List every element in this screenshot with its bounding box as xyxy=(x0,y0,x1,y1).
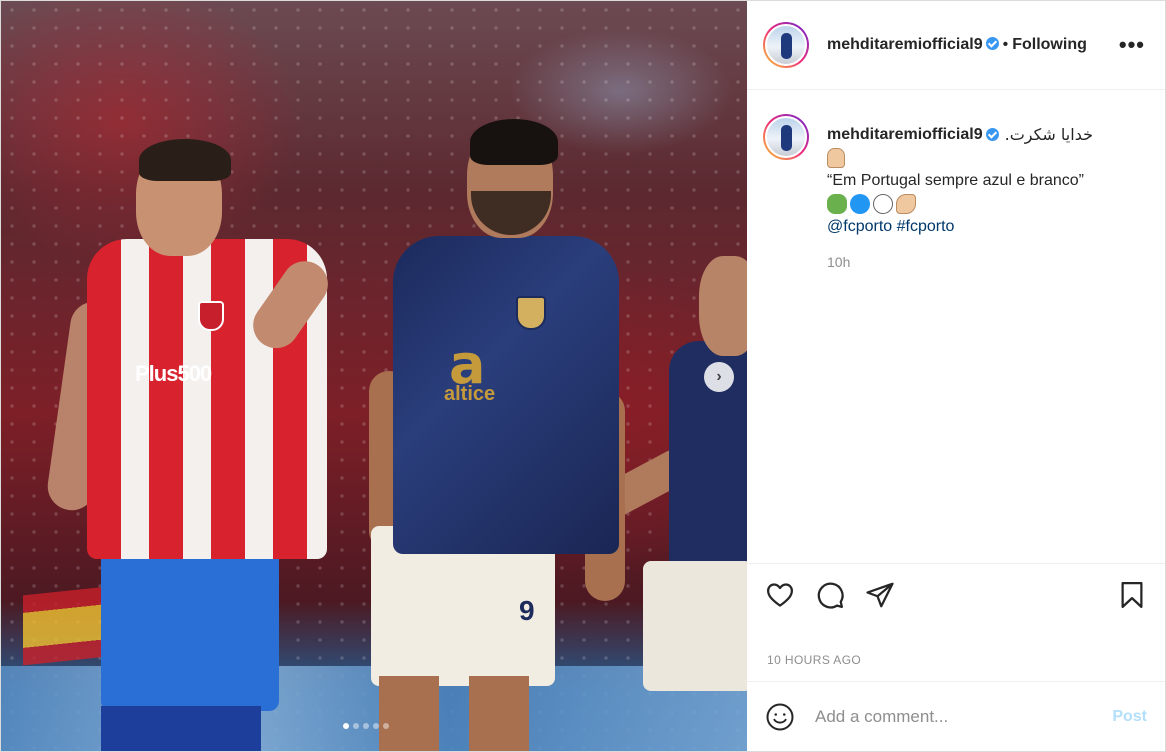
player-2-legs xyxy=(379,676,529,751)
carousel-next-icon[interactable]: › xyxy=(704,362,734,392)
caption-username[interactable]: mehditaremiofficial9 xyxy=(827,123,983,146)
blue-circle-emoji-icon xyxy=(850,193,870,214)
emoji-smiley-icon[interactable] xyxy=(765,702,795,732)
instagram-post: Plus500 a altice 9 › mehditaremiofficial… xyxy=(0,0,1166,752)
caption-emoji-line-2 xyxy=(827,192,1093,215)
author-username-text[interactable]: mehditaremiofficial9 xyxy=(827,36,983,53)
likes-row xyxy=(747,625,1165,653)
share-direct-icon[interactable] xyxy=(865,580,895,610)
player-1-socks xyxy=(101,706,261,751)
posted-time: 10 HOURS AGO xyxy=(767,653,862,667)
dragon-emoji-icon xyxy=(827,193,847,214)
verified-badge-icon xyxy=(985,37,999,50)
porto-crest-icon xyxy=(516,296,546,330)
hashtag-link[interactable]: #fcporto xyxy=(897,218,955,235)
comment-bar: Post xyxy=(747,681,1165,751)
caption-emoji-line-1 xyxy=(827,146,1093,169)
atletico-crest-icon xyxy=(198,301,224,331)
avatar-image xyxy=(765,116,807,158)
post-header: mehditaremiofficial9 • Following ••• xyxy=(747,1,1165,90)
action-bar xyxy=(747,563,1165,625)
carousel-dot xyxy=(353,723,359,729)
author-avatar[interactable] xyxy=(763,22,809,68)
verified-badge-icon xyxy=(985,128,999,141)
save-bookmark-icon[interactable] xyxy=(1117,580,1147,610)
player-2-shirt-sponsor-logo: altice xyxy=(444,383,496,405)
header-separator: • xyxy=(1002,36,1009,53)
player-1-shorts xyxy=(101,541,279,711)
folded-hands-emoji-icon xyxy=(827,147,845,168)
caption-text-arabic: خدایا شکرت. xyxy=(1004,125,1093,144)
caption-area: mehditaremiofficial9 خدایا شکرت. “Em Por… xyxy=(747,90,1165,563)
white-circle-emoji-icon xyxy=(873,193,893,214)
player-3-shorts xyxy=(643,561,747,691)
carousel-dot xyxy=(383,723,389,729)
carousel-dot xyxy=(343,723,349,729)
flexed-biceps-emoji-icon xyxy=(896,193,916,214)
player-1-hair xyxy=(139,139,231,181)
caption-tags: @fcporto #fcporto xyxy=(827,215,1093,238)
caption-quote: “Em Portugal sempre azul e branco” xyxy=(827,172,1084,189)
avatar-image xyxy=(765,24,807,66)
follow-button[interactable]: Following xyxy=(1012,36,1087,54)
player-2-shirt xyxy=(393,236,619,554)
player-1-shirt-sponsor-logo: Plus500 xyxy=(135,361,212,386)
mention-link[interactable]: @fcporto xyxy=(827,218,892,235)
player-3-head xyxy=(699,256,747,356)
comment-bubble-icon[interactable] xyxy=(815,580,845,610)
caption-body: mehditaremiofficial9 خدایا شکرت. “Em Por… xyxy=(827,123,1093,539)
caption-first-line: mehditaremiofficial9 خدایا شکرت. xyxy=(827,123,1093,146)
spain-flag xyxy=(23,586,107,666)
player-2-hair xyxy=(470,119,558,165)
carousel-dot xyxy=(363,723,369,729)
caption-avatar[interactable] xyxy=(763,114,809,160)
player-2-shorts-number: 9 xyxy=(519,595,535,626)
post-side-panel: mehditaremiofficial9 • Following ••• meh… xyxy=(747,1,1165,751)
like-heart-icon[interactable] xyxy=(765,580,795,610)
author-username[interactable]: mehditaremiofficial9 xyxy=(827,36,999,54)
more-options-icon[interactable]: ••• xyxy=(1119,32,1145,58)
comment-input[interactable] xyxy=(815,706,1113,727)
post-media[interactable]: Plus500 a altice 9 › xyxy=(1,1,747,751)
carousel-dot xyxy=(373,723,379,729)
post-comment-button[interactable]: Post xyxy=(1112,708,1147,726)
carousel-indicator xyxy=(343,723,389,729)
caption-time: 10h xyxy=(827,254,851,270)
